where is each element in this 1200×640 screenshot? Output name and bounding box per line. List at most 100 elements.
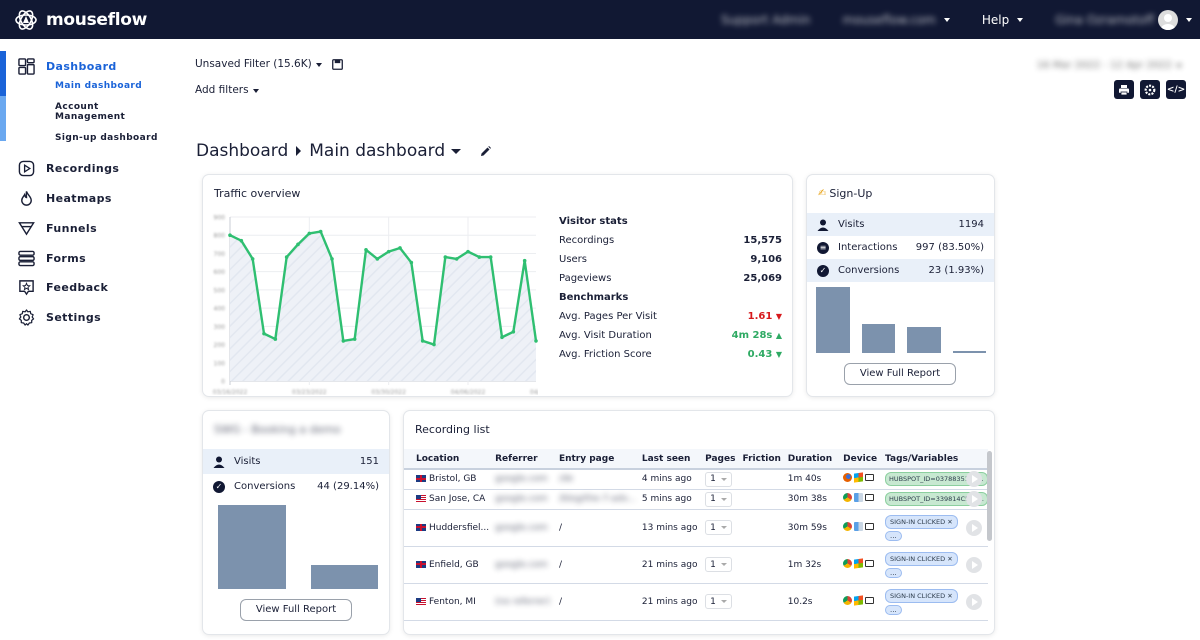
remove-tag-icon[interactable]: ✕ [947,518,952,526]
pages-dropdown[interactable]: 1 [705,594,732,609]
data-point[interactable] [477,255,482,259]
pages-dropdown[interactable]: 1 [705,491,732,507]
sidebar-subitem-main-dashboard[interactable]: Main dashboard [55,81,142,91]
data-point[interactable] [386,249,391,254]
play-recording-button[interactable] [966,491,982,507]
sidebar-item-recordings[interactable]: Recordings [18,160,119,177]
breadcrumb-root[interactable]: Dashboard [196,141,288,161]
website-selector[interactable]: mouseflow.com [843,13,950,27]
data-point[interactable] [375,257,380,261]
entry-page[interactable]: / [559,560,562,570]
table-scrollbar[interactable] [987,451,992,541]
more-tags-button[interactable]: ... [885,604,902,615]
data-point[interactable] [352,337,357,341]
data-point[interactable] [330,257,334,261]
view-full-report-button[interactable]: View Full Report [844,363,956,385]
data-point[interactable] [318,229,323,234]
view-full-report-button[interactable]: View Full Report [240,599,352,621]
table-row[interactable]: Huddersfiel... google.com / 13 mins ago 1 30m… [404,509,988,547]
column-header[interactable]: Location [404,449,490,470]
play-recording-button[interactable] [966,556,982,573]
play-recording-button[interactable] [966,519,982,536]
table-row[interactable]: Fenton, MI (no referrer) / 21 mins ago 1 10.2… [404,583,988,621]
funnel-bar[interactable] [310,564,378,589]
data-point[interactable] [432,342,436,347]
funnel-bar[interactable] [218,505,286,589]
embed-code-button[interactable]: </> [1166,80,1186,99]
data-point[interactable] [522,258,527,263]
data-point[interactable] [443,255,448,259]
table-row[interactable]: Bristol, GB google.com/de 4 mins ago 1 1m 40… [404,469,988,490]
sidebar-item-funnels[interactable]: Funnels [18,220,97,237]
saved-filter-dropdown[interactable]: Unsaved Filter (15.6K) [195,58,322,70]
column-header[interactable]: Entry page [552,449,636,470]
more-tags-button[interactable]: ... [885,530,902,541]
entry-page[interactable]: / [559,597,562,607]
funnel-bar[interactable] [907,327,941,353]
dashboard-selector[interactable]: Main dashboard [309,141,462,161]
data-point[interactable] [250,257,255,261]
brand-logo[interactable]: mouseflow [14,8,147,32]
help-menu[interactable]: Help [982,13,1024,27]
data-point[interactable] [364,248,368,252]
entry-page[interactable]: /de [559,474,573,484]
sidebar-item-dashboard[interactable]: Dashboard [18,58,117,75]
data-point[interactable] [488,255,493,259]
sidebar-subitem-signup-dashboard[interactable]: Sign-up dashboard [55,133,158,143]
data-point[interactable] [262,331,266,336]
data-point[interactable] [500,335,504,340]
add-filters-dropdown[interactable]: Add filters [195,84,343,96]
table-row[interactable]: Enfield, GB google.com / 21 mins ago 1 1m 32s… [404,546,988,584]
data-point[interactable] [239,238,244,243]
data-point[interactable] [420,339,425,343]
column-header[interactable]: Tags/Variables [879,449,988,470]
table-row[interactable]: San Jose, CA google.com/blog/the-7-adv...… [404,489,988,510]
data-point[interactable] [296,242,300,247]
pages-dropdown[interactable]: 1 [705,520,732,535]
print-button[interactable] [1114,80,1134,99]
tag-event[interactable]: SIGN-IN CLICKED ✕ [885,514,958,529]
data-point[interactable] [228,233,232,238]
tag-event[interactable]: SIGN-IN CLICKED ✕ [885,588,958,603]
traffic-line-chart[interactable]: 0 100 200 300 400 500 600 700 800 900 03/16/2022 03… [203,205,538,396]
data-point[interactable] [466,249,470,254]
data-point[interactable] [307,231,312,236]
data-point[interactable] [341,339,346,343]
user-menu[interactable]: Gina Ozramotoff [1055,9,1192,30]
funnel-bar[interactable] [861,323,895,353]
sidebar-item-forms[interactable]: Forms [18,250,86,267]
data-point[interactable] [398,246,402,250]
funnel-row-conversions[interactable]: ✓ Conversions 23 (1.93%) [807,259,994,282]
sidebar-subitem-account-management[interactable]: Account Management [55,102,135,122]
funnel-row-conversions[interactable]: ✓ Conversions 44 (29.14%) [203,474,389,499]
account-role-menu[interactable]: Support Admin [721,13,811,27]
column-header[interactable]: Duration [781,449,838,470]
data-point[interactable] [534,339,538,343]
column-header[interactable]: Pages [699,449,737,470]
pages-dropdown[interactable]: 1 [705,471,732,487]
pages-dropdown[interactable]: 1 [705,557,732,572]
sidebar-item-feedback[interactable]: Feedback [18,279,108,296]
remove-tag-icon[interactable]: ✕ [947,592,952,600]
data-point[interactable] [454,257,459,261]
funnel-row-visits[interactable]: Visits 151 [203,449,389,474]
funnel-bar[interactable] [816,287,850,353]
more-tags-button[interactable]: ... [885,567,902,578]
column-header[interactable]: Device [837,449,880,470]
remove-tag-icon[interactable]: ✕ [947,555,952,563]
data-point[interactable] [409,260,414,265]
save-icon[interactable] [331,58,343,70]
data-point[interactable] [273,337,278,341]
play-recording-button[interactable] [966,593,982,610]
funnel-row-interactions[interactable]: ≡ Interactions 997 (83.50%) [807,236,994,259]
entry-page[interactable]: /blog/the-7-adv... [559,494,636,504]
funnel-bar[interactable] [952,351,986,353]
data-point[interactable] [511,330,516,334]
date-range-picker[interactable]: 16 Mar 2022 - 12 Apr 2022 [1037,60,1182,71]
column-header[interactable]: Last seen [635,449,700,470]
column-header[interactable]: Referrer [489,449,553,470]
sidebar-item-heatmaps[interactable]: Heatmaps [18,190,112,207]
funnel-row-visits[interactable]: Visits 1194 [807,213,994,236]
edit-pencil-icon[interactable] [479,145,492,158]
sidebar-item-settings[interactable]: Settings [18,309,101,326]
